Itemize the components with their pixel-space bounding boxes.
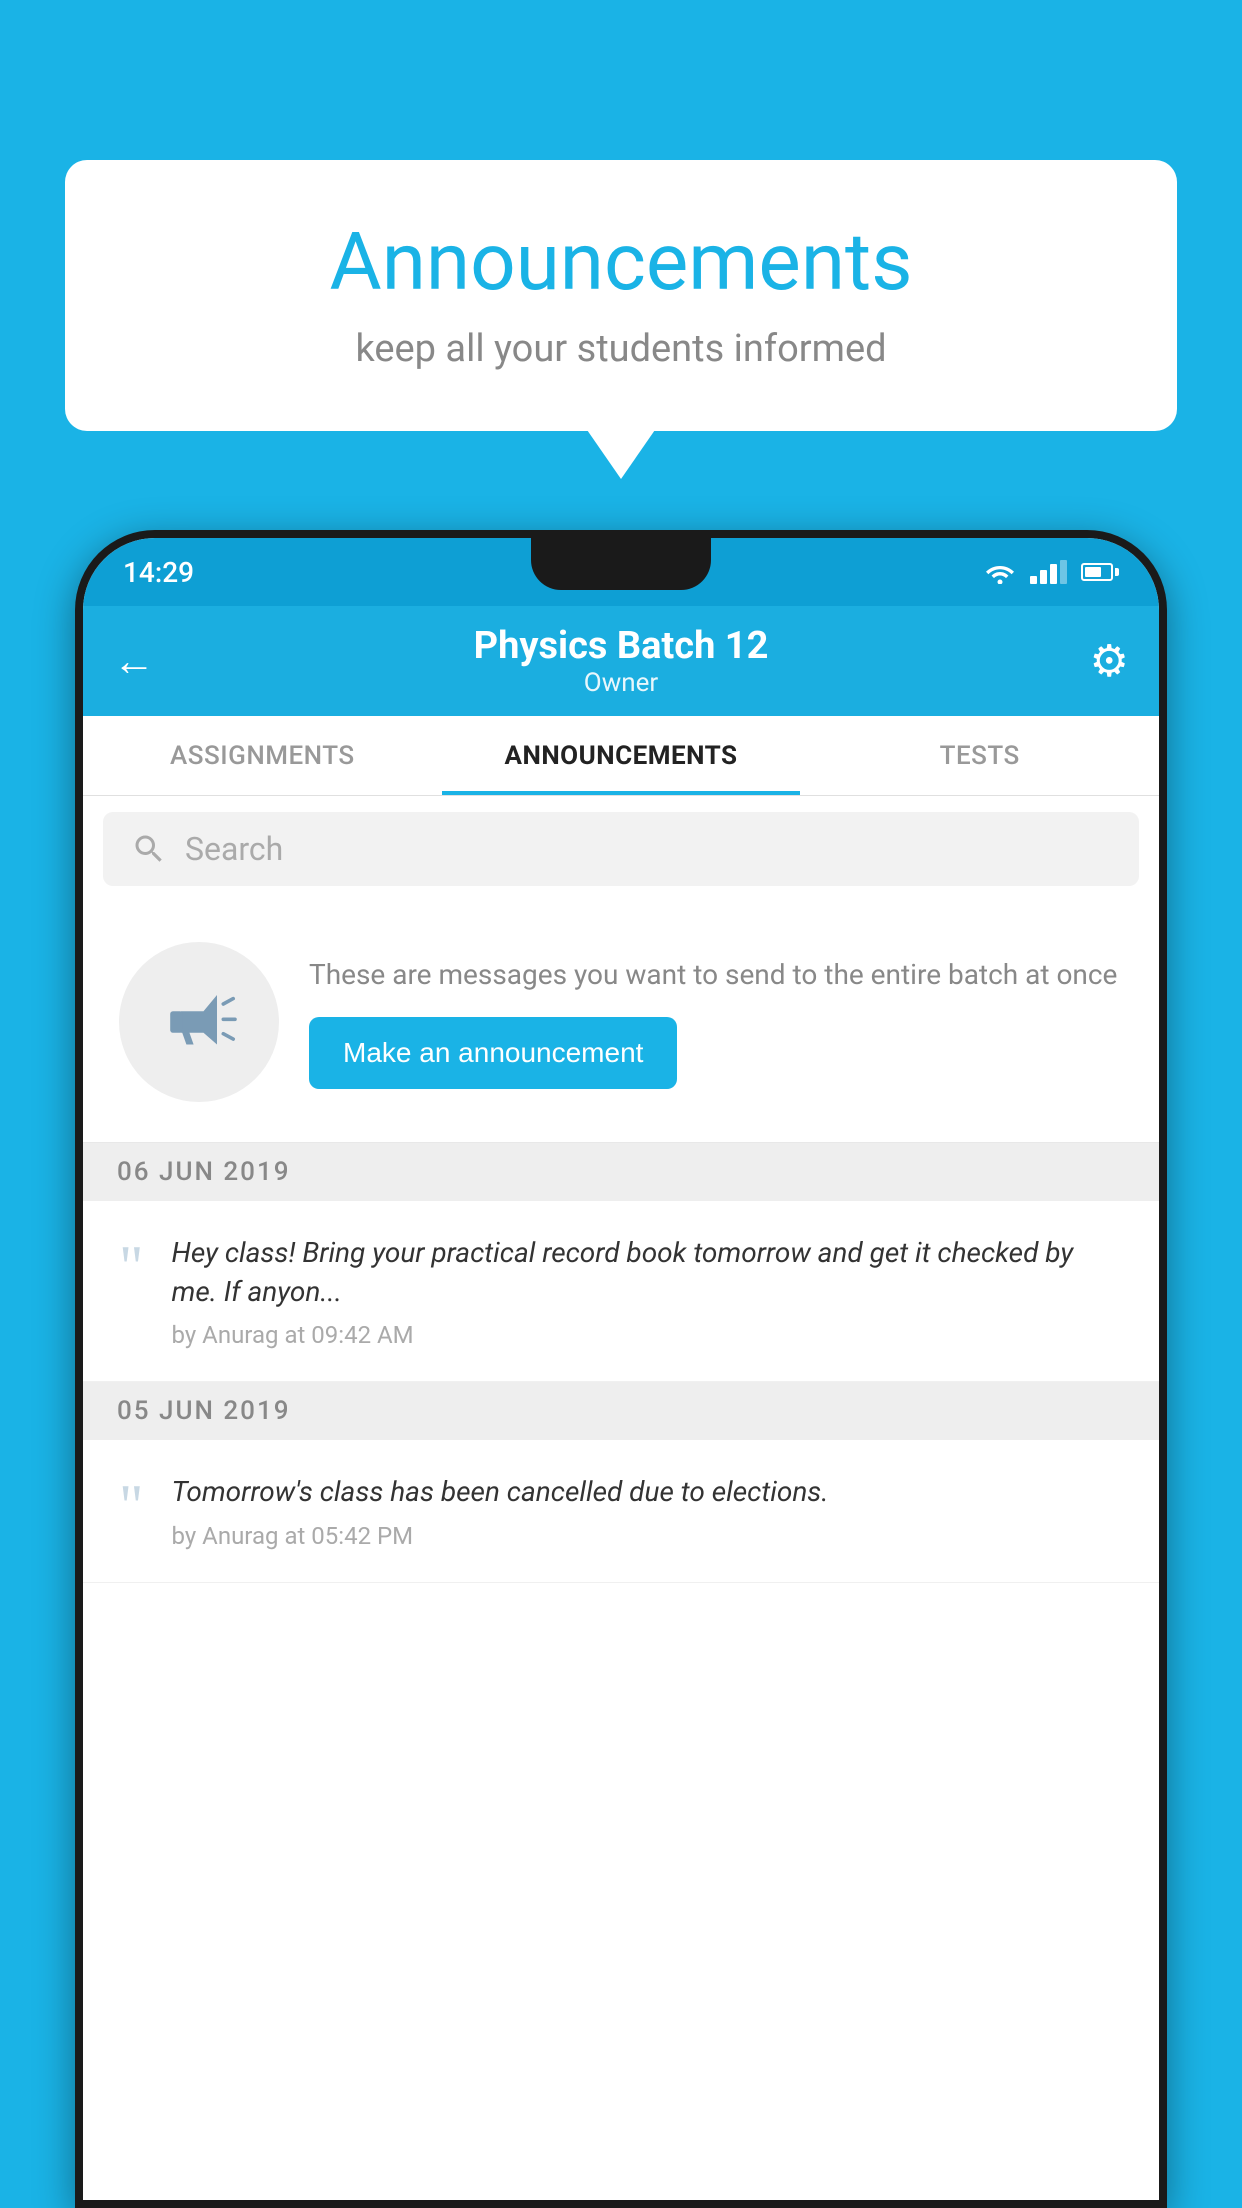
phone-frame: 14:29: [75, 530, 1167, 2208]
search-bar[interactable]: Search: [103, 812, 1139, 886]
announcement-message-2: Tomorrow's class has been cancelled due …: [172, 1472, 1124, 1511]
announcement-content-1: Hey class! Bring your practical record b…: [172, 1233, 1124, 1349]
announcement-meta-1: by Anurag at 09:42 AM: [172, 1321, 1124, 1349]
megaphone-icon: [154, 977, 244, 1067]
megaphone-circle: [119, 942, 279, 1102]
speech-bubble-container: Announcements keep all your students inf…: [65, 160, 1177, 431]
tabs-container: ASSIGNMENTS ANNOUNCEMENTS TESTS: [83, 716, 1159, 796]
notch: [531, 538, 711, 590]
batch-title: Physics Batch 12: [474, 624, 769, 668]
speech-bubble: Announcements keep all your students inf…: [65, 160, 1177, 431]
announcement-description: These are messages you want to send to t…: [309, 955, 1123, 994]
announcement-message-1: Hey class! Bring your practical record b…: [172, 1233, 1124, 1311]
announcement-text-block: These are messages you want to send to t…: [309, 955, 1123, 1088]
battery-icon: [1081, 563, 1119, 581]
status-icons: [984, 560, 1119, 584]
tab-assignments[interactable]: ASSIGNMENTS: [83, 716, 442, 795]
date-separator-1: 06 JUN 2019: [83, 1143, 1159, 1201]
tab-announcements[interactable]: ANNOUNCEMENTS: [442, 716, 801, 795]
announcement-empty-state: These are messages you want to send to t…: [83, 902, 1159, 1143]
wifi-icon: [984, 560, 1016, 584]
signal-icon: [1030, 560, 1067, 584]
announcement-content-2: Tomorrow's class has been cancelled due …: [172, 1472, 1124, 1549]
speech-bubble-subtitle: keep all your students informed: [125, 327, 1117, 371]
quote-icon-1: ": [119, 1237, 144, 1297]
date-separator-2: 05 JUN 2019: [83, 1382, 1159, 1440]
back-button[interactable]: ←: [113, 637, 155, 686]
batch-subtitle: Owner: [474, 668, 769, 698]
speech-bubble-title: Announcements: [125, 215, 1117, 309]
quote-icon-2: ": [119, 1476, 144, 1536]
status-time: 14:29: [123, 556, 194, 589]
announcement-item-1[interactable]: " Hey class! Bring your practical record…: [83, 1201, 1159, 1382]
search-bar-container: Search: [83, 796, 1159, 902]
announcement-item-2[interactable]: " Tomorrow's class has been cancelled du…: [83, 1440, 1159, 1582]
make-announcement-button[interactable]: Make an announcement: [309, 1017, 677, 1089]
search-placeholder: Search: [185, 830, 283, 868]
top-bar: ← Physics Batch 12 Owner ⚙: [83, 606, 1159, 716]
settings-icon[interactable]: ⚙: [1090, 635, 1129, 687]
phone-inner: 14:29: [83, 538, 1159, 2200]
title-group: Physics Batch 12 Owner: [474, 624, 769, 698]
search-icon: [131, 831, 167, 867]
announcement-meta-2: by Anurag at 05:42 PM: [172, 1522, 1124, 1550]
tab-tests[interactable]: TESTS: [800, 716, 1159, 795]
